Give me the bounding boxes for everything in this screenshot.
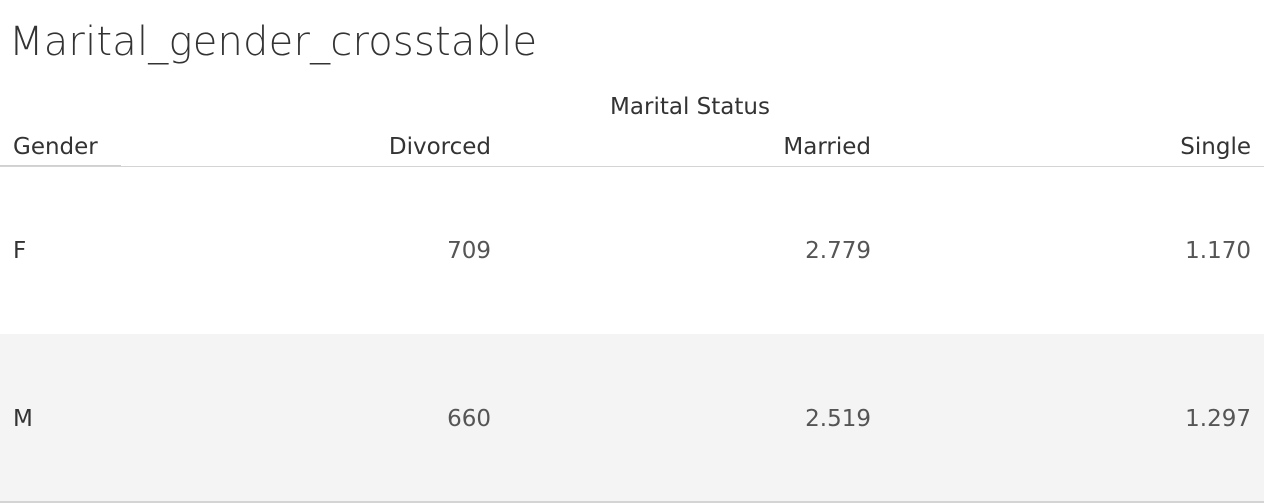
- table-row: M 660 2.519 1.297: [0, 334, 1264, 501]
- table-cell: 709: [447, 238, 491, 264]
- column-header-single[interactable]: Single: [1180, 133, 1251, 161]
- column-header-divorced[interactable]: Divorced: [389, 133, 491, 161]
- table-cell: 2.779: [805, 238, 871, 264]
- bottom-divider: [0, 501, 1264, 503]
- table-cell: 1.297: [1185, 406, 1251, 432]
- page-title: Marital_gender_crosstable: [9, 19, 538, 65]
- row-header-label: Gender: [13, 134, 98, 160]
- crosstab-view: Marital_gender_crosstable Marital Status…: [0, 0, 1264, 504]
- row-label-m: M: [13, 406, 33, 432]
- table-cell: 1.170: [1185, 238, 1251, 264]
- column-group-header: Marital Status: [610, 94, 770, 120]
- row-label-f: F: [13, 238, 27, 264]
- column-header-married[interactable]: Married: [783, 133, 871, 161]
- table-row: F 709 2.779 1.170: [0, 167, 1264, 334]
- table-cell: 2.519: [805, 406, 871, 432]
- table-cell: 660: [447, 406, 491, 432]
